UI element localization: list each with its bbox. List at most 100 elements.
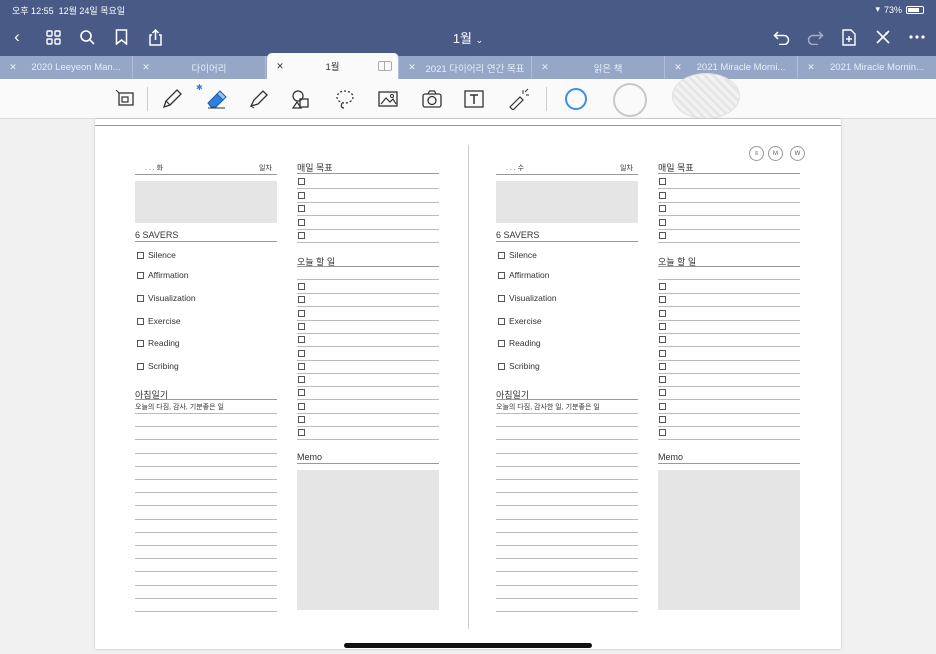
- checkbox[interactable]: [498, 317, 505, 325]
- tab-2021-miracle-morning-2[interactable]: ✕ 2021 Miracle Mornin...: [798, 56, 936, 79]
- checkbox[interactable]: [298, 429, 305, 437]
- memo-box[interactable]: [658, 470, 800, 610]
- checkbox[interactable]: [659, 416, 666, 423]
- lasso-icon[interactable]: [332, 86, 358, 112]
- quote-box[interactable]: [496, 181, 638, 223]
- shapes-icon[interactable]: [288, 86, 314, 112]
- checkbox[interactable]: [298, 402, 305, 410]
- calendar-nav-button[interactable]: ≡: [749, 146, 764, 161]
- checkbox[interactable]: [659, 336, 666, 344]
- close-edit-icon[interactable]: [870, 22, 896, 52]
- close-icon[interactable]: ✕: [671, 62, 685, 73]
- checkbox[interactable]: [659, 296, 666, 304]
- memo-box[interactable]: [297, 470, 439, 610]
- saver-silence[interactable]: Silence: [498, 250, 537, 260]
- checkbox[interactable]: [659, 283, 666, 290]
- split-view-icon[interactable]: [378, 61, 392, 71]
- month-nav-button[interactable]: M: [768, 146, 783, 161]
- checkbox[interactable]: [298, 178, 305, 185]
- checkbox[interactable]: [298, 218, 305, 226]
- image-icon[interactable]: [375, 86, 401, 112]
- checkbox[interactable]: [298, 416, 305, 423]
- eraser-icon[interactable]: [203, 86, 229, 112]
- checkbox[interactable]: [137, 339, 144, 347]
- checkbox[interactable]: [298, 376, 305, 384]
- notebook-page[interactable]: ≡ M W . . . 화 일차 6 SAVERS Silence Affirm…: [95, 119, 841, 649]
- saver-silence[interactable]: Silence: [137, 250, 176, 260]
- redo-icon[interactable]: [802, 22, 828, 52]
- checkbox[interactable]: [659, 362, 666, 370]
- text-icon[interactable]: [461, 86, 487, 112]
- date-field[interactable]: . . . 수: [506, 163, 524, 173]
- quote-box[interactable]: [135, 181, 277, 223]
- checkbox[interactable]: [659, 218, 666, 226]
- saver-exercise[interactable]: Exercise: [137, 316, 181, 326]
- saver-reading[interactable]: Reading: [498, 338, 541, 348]
- tab-january[interactable]: ✕ 1월: [267, 53, 399, 79]
- close-icon[interactable]: ✕: [538, 62, 552, 73]
- checkbox[interactable]: [137, 251, 144, 259]
- close-icon[interactable]: ✕: [6, 62, 20, 73]
- checkbox[interactable]: [659, 402, 666, 410]
- checkbox[interactable]: [498, 362, 505, 370]
- close-icon[interactable]: ✕: [405, 62, 419, 73]
- saver-scribing[interactable]: Scribing: [137, 361, 179, 371]
- checkbox[interactable]: [498, 271, 505, 279]
- week-nav-button[interactable]: W: [790, 146, 805, 161]
- color-swatch-3[interactable]: [672, 73, 740, 119]
- checkbox[interactable]: [298, 232, 305, 239]
- checkbox[interactable]: [659, 191, 666, 199]
- color-swatch-2[interactable]: [613, 83, 647, 117]
- checkbox[interactable]: [298, 205, 305, 212]
- checkbox[interactable]: [298, 322, 305, 330]
- checkbox[interactable]: [498, 294, 505, 302]
- saver-visualization[interactable]: Visualization: [137, 293, 196, 303]
- more-options-icon[interactable]: [904, 22, 930, 52]
- saver-visualization[interactable]: Visualization: [498, 293, 557, 303]
- checkbox[interactable]: [659, 376, 666, 384]
- tab-2021-miracle-morning-1[interactable]: ✕ 2021 Miracle Morni...: [665, 56, 798, 79]
- tab-read-books[interactable]: ✕ 읽은 책: [532, 56, 665, 79]
- camera-icon[interactable]: [419, 86, 445, 112]
- checkbox[interactable]: [137, 362, 144, 370]
- checkbox[interactable]: [298, 296, 305, 304]
- checkbox[interactable]: [298, 349, 305, 357]
- checkbox[interactable]: [137, 294, 144, 302]
- checkbox[interactable]: [659, 349, 666, 357]
- saver-exercise[interactable]: Exercise: [498, 316, 542, 326]
- checkbox[interactable]: [659, 232, 666, 239]
- zoom-icon[interactable]: [113, 86, 139, 112]
- date-field[interactable]: . . . 화: [145, 163, 163, 173]
- checkbox[interactable]: [298, 283, 305, 290]
- document-title[interactable]: 1월 ⌄: [0, 28, 936, 47]
- saver-reading[interactable]: Reading: [137, 338, 180, 348]
- checkbox[interactable]: [659, 389, 666, 397]
- saver-affirmation[interactable]: Affirmation: [137, 270, 188, 280]
- close-icon[interactable]: ✕: [804, 62, 818, 73]
- checkbox[interactable]: [498, 251, 505, 259]
- checkbox[interactable]: [298, 191, 305, 199]
- checkbox[interactable]: [659, 322, 666, 330]
- checkbox[interactable]: [298, 389, 305, 397]
- tab-2021-annual-goals[interactable]: ✕ 2021 다이어리 연간 목표: [399, 56, 532, 79]
- saver-affirmation[interactable]: Affirmation: [498, 270, 549, 280]
- undo-icon[interactable]: [768, 22, 794, 52]
- checkbox[interactable]: [298, 336, 305, 344]
- highlighter-icon[interactable]: [245, 86, 271, 112]
- checkbox[interactable]: [298, 309, 305, 317]
- checkbox[interactable]: [659, 178, 666, 185]
- checkbox[interactable]: [659, 429, 666, 437]
- close-icon[interactable]: ✕: [139, 62, 153, 73]
- close-icon[interactable]: ✕: [273, 61, 287, 72]
- checkbox[interactable]: [659, 205, 666, 212]
- checkbox[interactable]: [137, 271, 144, 279]
- saver-scribing[interactable]: Scribing: [498, 361, 540, 371]
- color-swatch-selected[interactable]: [565, 88, 587, 110]
- tab-2020-leeyeon[interactable]: ✕ 2020 Leeyeon Man...: [0, 56, 133, 79]
- laser-pointer-icon[interactable]: [505, 86, 531, 112]
- checkbox[interactable]: [137, 317, 144, 325]
- add-page-icon[interactable]: [836, 22, 862, 52]
- pen-icon[interactable]: [159, 86, 185, 112]
- checkbox[interactable]: [659, 309, 666, 317]
- checkbox[interactable]: [298, 362, 305, 370]
